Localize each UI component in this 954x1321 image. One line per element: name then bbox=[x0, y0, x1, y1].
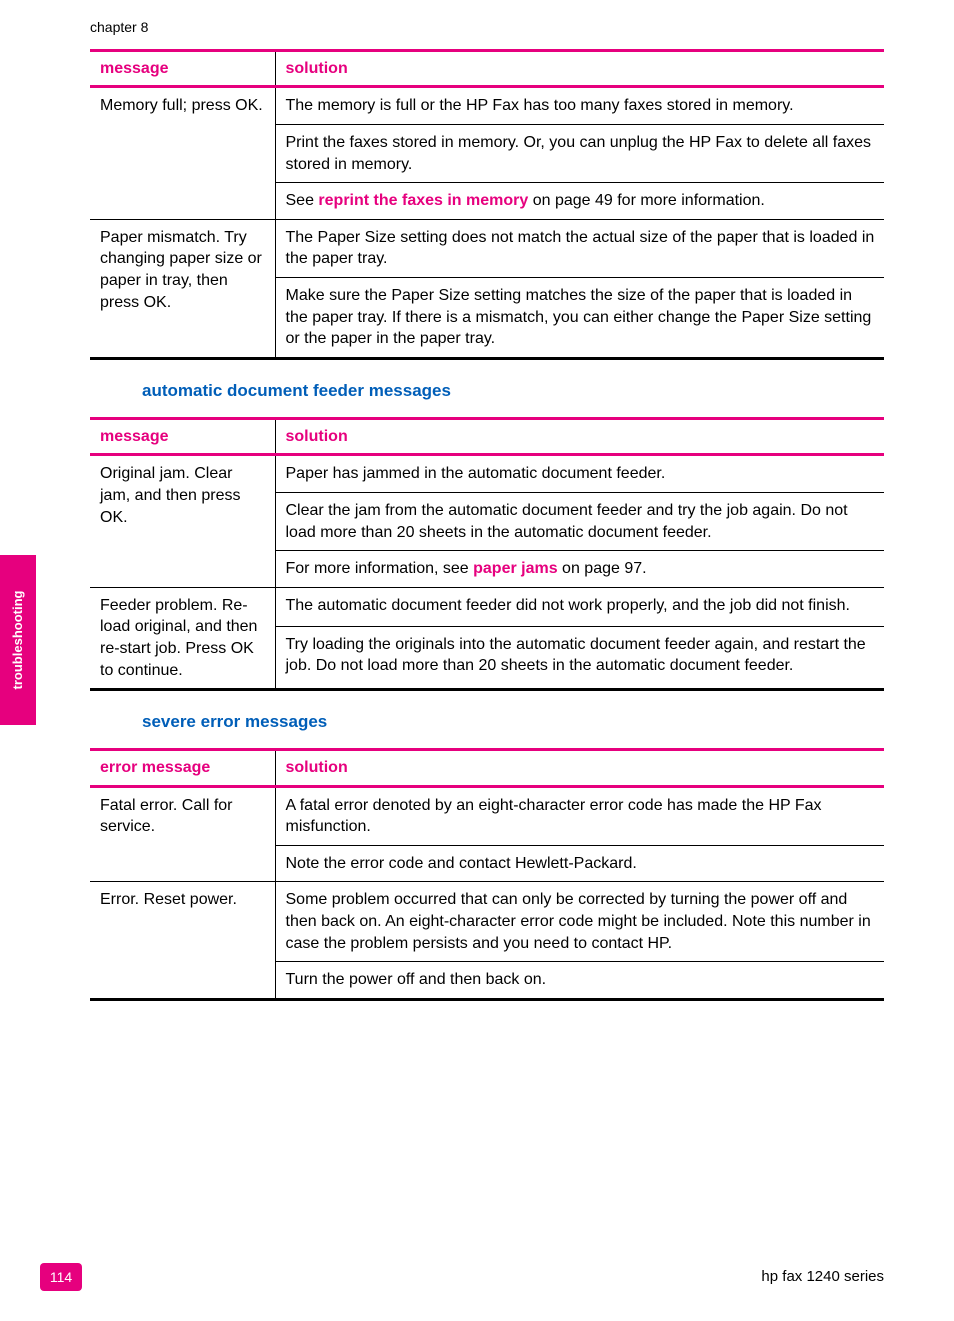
text-fragment: on page 49 for more information. bbox=[528, 192, 765, 209]
link-reprint-faxes[interactable]: reprint the faxes in memory bbox=[318, 192, 528, 209]
t3-header-message: error message bbox=[90, 750, 275, 787]
table-one: message solution Memory full; press OK. … bbox=[90, 49, 884, 360]
link-paper-jams[interactable]: paper jams bbox=[473, 560, 557, 577]
t1-r1-sol-p2: Print the faxes stored in memory. Or, yo… bbox=[275, 125, 884, 183]
t3-r1-sol-p1: A fatal error denoted by an eight-charac… bbox=[275, 786, 884, 845]
t1-r2-msg: Paper mismatch. Try changing paper size … bbox=[90, 219, 275, 358]
t1-header-solution: solution bbox=[275, 50, 884, 87]
t1-r2-sol-p2: Make sure the Paper Size setting matches… bbox=[275, 278, 884, 359]
t2-r1-sol-p1: Paper has jammed in the automatic docume… bbox=[275, 455, 884, 493]
t2-r1-sol-p2: Clear the jam from the automatic documen… bbox=[275, 492, 884, 550]
t1-r1-sol-p3: See reprint the faxes in memory on page … bbox=[275, 183, 884, 220]
t3-r2-sol-p2: Turn the power off and then back on. bbox=[275, 962, 884, 1000]
t2-r1-sol-p3: For more information, see paper jams on … bbox=[275, 551, 884, 588]
section-title-severe: severe error messages bbox=[90, 699, 884, 748]
t2-header-message: message bbox=[90, 418, 275, 455]
text-fragment: on page 97. bbox=[558, 560, 647, 577]
section-title-adf: automatic document feeder messages bbox=[90, 368, 884, 417]
t2-r2-sol-p2: Try loading the originals into the autom… bbox=[275, 626, 884, 689]
t1-header-message: message bbox=[90, 50, 275, 87]
t1-r1-msg: Memory full; press OK. bbox=[90, 87, 275, 219]
t1-r2-sol-p1: The Paper Size setting does not match th… bbox=[275, 219, 884, 277]
chapter-heading: chapter 8 bbox=[90, 0, 884, 49]
t2-header-solution: solution bbox=[275, 418, 884, 455]
device-name-label: hp fax 1240 series bbox=[761, 1267, 884, 1287]
t2-r1-msg: Original jam. Clear jam, and then press … bbox=[90, 455, 275, 587]
t2-r2-sol-p1: The automatic document feeder did not wo… bbox=[275, 587, 884, 626]
t2-r2-msg: Feeder problem. Re-load original, and th… bbox=[90, 587, 275, 689]
table-two: message solution Original jam. Clear jam… bbox=[90, 417, 884, 691]
side-tab-label: troubleshooting bbox=[9, 591, 27, 690]
page-number-badge: 114 bbox=[40, 1263, 82, 1291]
text-fragment: For more information, see bbox=[286, 560, 474, 577]
t3-r1-sol-p2: Note the error code and contact Hewlett-… bbox=[275, 845, 884, 882]
side-tab: troubleshooting bbox=[0, 555, 36, 725]
t3-r1-msg: Fatal error. Call for service. bbox=[90, 786, 275, 882]
text-fragment: See bbox=[286, 192, 319, 209]
t1-r1-sol-p1: The memory is full or the HP Fax has too… bbox=[275, 87, 884, 125]
t3-header-solution: solution bbox=[275, 750, 884, 787]
table-three: error message solution Fatal error. Call… bbox=[90, 748, 884, 1001]
t3-r2-sol-p1: Some problem occurred that can only be c… bbox=[275, 882, 884, 962]
page-footer: 114 hp fax 1240 series bbox=[0, 1263, 954, 1291]
t3-r2-msg: Error. Reset power. bbox=[90, 882, 275, 999]
